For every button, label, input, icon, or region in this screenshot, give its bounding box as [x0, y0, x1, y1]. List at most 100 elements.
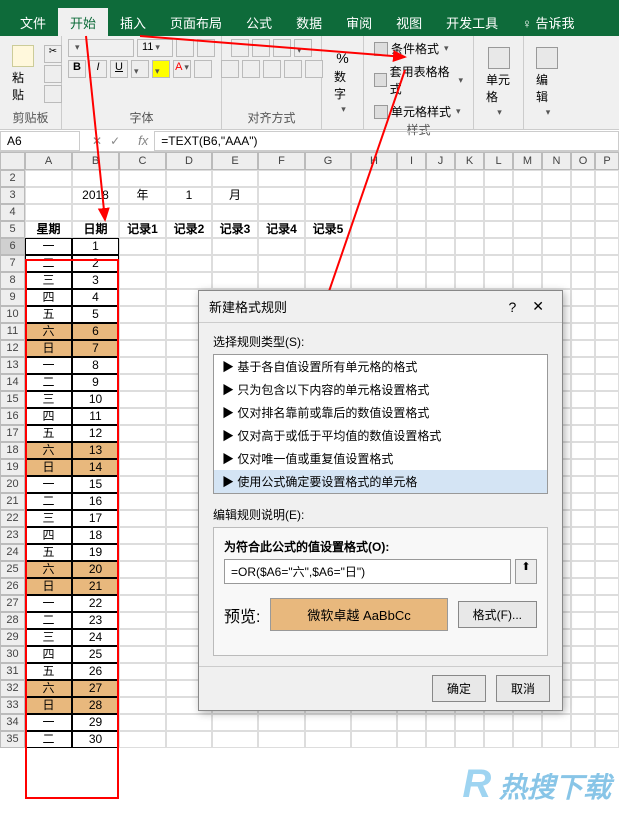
tab-review[interactable]: 审阅: [334, 8, 384, 37]
cell-A30[interactable]: 四: [25, 646, 72, 663]
editing-button[interactable]: 编辑: [530, 43, 564, 122]
cell-B4[interactable]: [72, 204, 119, 221]
align-bottom-button[interactable]: [273, 39, 291, 57]
cell-C16[interactable]: [119, 408, 166, 425]
cell-O23[interactable]: [571, 527, 595, 544]
cell-P14[interactable]: [595, 374, 619, 391]
cell-C21[interactable]: [119, 493, 166, 510]
cell-C25[interactable]: [119, 561, 166, 578]
underline-button[interactable]: U: [110, 60, 128, 78]
row-header-23[interactable]: 23: [0, 527, 25, 544]
cell-C34[interactable]: [119, 714, 166, 731]
cell-G7[interactable]: [305, 255, 351, 272]
cell-O11[interactable]: [571, 323, 595, 340]
cell-A31[interactable]: 五: [25, 663, 72, 680]
tab-tellme[interactable]: ♀ 告诉我: [510, 8, 586, 37]
cell-E34[interactable]: [212, 714, 258, 731]
font-name-dropdown[interactable]: [68, 39, 134, 57]
cell-C20[interactable]: [119, 476, 166, 493]
rule-type-1[interactable]: ▶ 只为包含以下内容的单元格设置格式: [214, 378, 547, 401]
cell-C7[interactable]: [119, 255, 166, 272]
cell-A26[interactable]: 日: [25, 578, 72, 595]
cells-button[interactable]: 单元格: [480, 43, 517, 122]
cell-A16[interactable]: 四: [25, 408, 72, 425]
cell-P33[interactable]: [595, 697, 619, 714]
cell-E3[interactable]: 月: [212, 187, 258, 204]
cell-O19[interactable]: [571, 459, 595, 476]
range-selector-button[interactable]: ⬆: [515, 559, 537, 584]
tab-developer[interactable]: 开发工具: [434, 8, 510, 37]
row-header-32[interactable]: 32: [0, 680, 25, 697]
cell-J34[interactable]: [426, 714, 455, 731]
cell-styles-button[interactable]: 单元格样式: [370, 102, 467, 121]
cell-F7[interactable]: [258, 255, 305, 272]
cell-C8[interactable]: [119, 272, 166, 289]
cell-A28[interactable]: 二: [25, 612, 72, 629]
cell-H6[interactable]: [351, 238, 397, 255]
conditional-format-button[interactable]: 条件格式: [370, 39, 467, 58]
cell-A20[interactable]: 一: [25, 476, 72, 493]
cell-G2[interactable]: [305, 170, 351, 187]
cell-O16[interactable]: [571, 408, 595, 425]
cell-P32[interactable]: [595, 680, 619, 697]
cell-C30[interactable]: [119, 646, 166, 663]
cell-N5[interactable]: [542, 221, 571, 238]
cell-A14[interactable]: 二: [25, 374, 72, 391]
cell-C9[interactable]: [119, 289, 166, 306]
col-header-O[interactable]: O: [571, 152, 595, 170]
cell-P28[interactable]: [595, 612, 619, 629]
row-header-18[interactable]: 18: [0, 442, 25, 459]
cell-H3[interactable]: [351, 187, 397, 204]
cell-O4[interactable]: [571, 204, 595, 221]
row-header-4[interactable]: 4: [0, 204, 25, 221]
rule-type-4[interactable]: ▶ 仅对唯一值或重复值设置格式: [214, 447, 547, 470]
cell-A3[interactable]: [25, 187, 72, 204]
cell-P8[interactable]: [595, 272, 619, 289]
format-as-table-button[interactable]: 套用表格格式: [370, 62, 467, 98]
format-painter-button[interactable]: [44, 85, 62, 103]
cell-C2[interactable]: [119, 170, 166, 187]
cancel-button[interactable]: 取消: [496, 675, 550, 702]
format-button[interactable]: 格式(F)...: [458, 601, 537, 628]
cell-C31[interactable]: [119, 663, 166, 680]
cell-K5[interactable]: [455, 221, 484, 238]
cell-P22[interactable]: [595, 510, 619, 527]
cell-P9[interactable]: [595, 289, 619, 306]
cell-C18[interactable]: [119, 442, 166, 459]
align-middle-button[interactable]: [252, 39, 270, 57]
cell-D5[interactable]: 记录2: [166, 221, 212, 238]
name-box[interactable]: A6: [0, 131, 80, 151]
cell-O2[interactable]: [571, 170, 595, 187]
cell-H35[interactable]: [351, 731, 397, 748]
cell-B11[interactable]: 6: [72, 323, 119, 340]
col-header-L[interactable]: L: [484, 152, 513, 170]
cell-P11[interactable]: [595, 323, 619, 340]
cell-K6[interactable]: [455, 238, 484, 255]
cell-N2[interactable]: [542, 170, 571, 187]
cell-B30[interactable]: 25: [72, 646, 119, 663]
cell-M7[interactable]: [513, 255, 542, 272]
row-header-10[interactable]: 10: [0, 306, 25, 323]
cell-L7[interactable]: [484, 255, 513, 272]
cell-E7[interactable]: [212, 255, 258, 272]
cell-C24[interactable]: [119, 544, 166, 561]
row-header-20[interactable]: 20: [0, 476, 25, 493]
cell-K34[interactable]: [455, 714, 484, 731]
cell-B10[interactable]: 5: [72, 306, 119, 323]
cell-B3[interactable]: 2018: [72, 187, 119, 204]
cell-D34[interactable]: [166, 714, 212, 731]
row-header-6[interactable]: 6: [0, 238, 25, 255]
cell-C19[interactable]: [119, 459, 166, 476]
cell-B9[interactable]: 4: [72, 289, 119, 306]
cell-N4[interactable]: [542, 204, 571, 221]
rule-type-list[interactable]: ▶ 基于各自值设置所有单元格的格式▶ 只为包含以下内容的单元格设置格式▶ 仅对排…: [213, 354, 548, 494]
cell-F5[interactable]: 记录4: [258, 221, 305, 238]
cell-A35[interactable]: 二: [25, 731, 72, 748]
border-button[interactable]: [131, 60, 149, 78]
col-header-J[interactable]: J: [426, 152, 455, 170]
cell-C11[interactable]: [119, 323, 166, 340]
tab-insert[interactable]: 插入: [108, 8, 158, 37]
cell-C6[interactable]: [119, 238, 166, 255]
cell-K8[interactable]: [455, 272, 484, 289]
cell-O3[interactable]: [571, 187, 595, 204]
